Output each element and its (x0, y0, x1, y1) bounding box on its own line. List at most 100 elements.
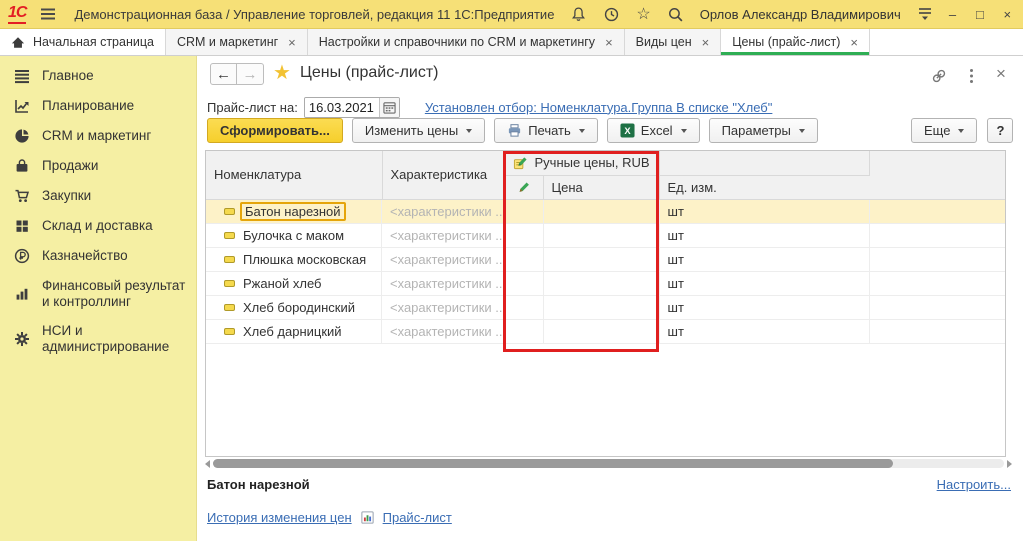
tab-price-list[interactable]: Цены (прайс-лист) × (721, 29, 870, 55)
tab-home[interactable]: Начальная страница (0, 29, 166, 55)
column-header-nomenclature[interactable]: Номенклатура (206, 151, 382, 199)
cell-nomenclature[interactable]: Хлеб дарницкий (206, 320, 382, 344)
column-header-manual-prices[interactable]: Ручные цены, RUB (504, 151, 659, 175)
close-window-button[interactable]: × (1000, 7, 1015, 22)
parameters-button[interactable]: Параметры (709, 118, 818, 143)
print-button[interactable]: Печать (494, 118, 598, 143)
excel-button[interactable]: X Excel (607, 118, 700, 143)
date-input[interactable] (305, 98, 379, 117)
cell-nomenclature[interactable]: Хлеб бородинский (206, 296, 382, 320)
cell-characteristic[interactable]: <характеристики ... (382, 199, 504, 224)
history-icon[interactable] (603, 4, 620, 24)
cell-unit[interactable]: шт (659, 320, 869, 344)
close-form-icon[interactable]: × (992, 65, 1010, 83)
cell-unit[interactable]: шт (659, 296, 869, 320)
tab-crm-settings[interactable]: Настройки и справочники по CRM и маркети… (308, 29, 625, 55)
cell-extra[interactable] (869, 199, 1005, 224)
get-link-icon[interactable] (930, 67, 948, 85)
cell-unit[interactable]: шт (659, 272, 869, 296)
1c-logo-icon[interactable]: 1С (8, 5, 26, 24)
sidebar-item-warehouse[interactable]: Склад и доставка (0, 211, 196, 241)
column-header-unit[interactable]: Ед. изм. (659, 175, 869, 199)
cell-characteristic[interactable]: <характеристики ... (382, 296, 504, 320)
help-button[interactable]: ? (987, 118, 1013, 143)
cell-nomenclature[interactable]: Батон нарезной (206, 200, 382, 224)
cell-extra[interactable] (869, 320, 1005, 344)
table-row[interactable]: Булочка с маком <характеристики ... шт (206, 224, 1005, 248)
main-menu-icon[interactable] (40, 7, 56, 21)
cell-characteristic[interactable]: <характеристики ... (382, 248, 504, 272)
cell-nomenclature[interactable]: Ржаной хлеб (206, 272, 382, 296)
tab-close-icon[interactable]: × (850, 35, 858, 50)
filter-link[interactable]: Установлен отбор: Номенклатура.Группа В … (425, 100, 773, 115)
tab-crm-marketing[interactable]: CRM и маркетинг × (166, 29, 308, 55)
cell-price[interactable] (543, 199, 659, 224)
generate-button[interactable]: Сформировать... (207, 118, 343, 143)
tab-price-types[interactable]: Виды цен × (625, 29, 722, 55)
cell-extra[interactable] (869, 296, 1005, 320)
cell-unit[interactable]: шт (659, 248, 869, 272)
cell-nomenclature[interactable]: Плюшка московская (206, 248, 382, 272)
cell-edit[interactable] (504, 296, 543, 320)
cell-price[interactable] (543, 248, 659, 272)
cell-edit[interactable] (504, 248, 543, 272)
cell-edit[interactable] (504, 320, 543, 344)
table-row[interactable]: Хлеб бородинский <характеристики ... шт (206, 296, 1005, 320)
cell-characteristic[interactable]: <характеристики ... (382, 320, 504, 344)
cell-edit[interactable] (504, 224, 543, 248)
sidebar-item-planning[interactable]: Планирование (0, 91, 196, 121)
tab-close-icon[interactable]: × (605, 35, 613, 50)
table-row[interactable]: Ржаной хлеб <характеристики ... шт (206, 272, 1005, 296)
price-history-link[interactable]: История изменения цен (207, 510, 352, 525)
scrollbar-thumb[interactable] (213, 459, 893, 468)
current-user[interactable]: Орлов Александр Владимирович (700, 7, 901, 22)
column-header-edit[interactable] (504, 175, 543, 199)
cell-extra[interactable] (869, 224, 1005, 248)
sidebar-item-purchases[interactable]: Закупки (0, 181, 196, 211)
cell-price[interactable] (543, 296, 659, 320)
search-icon[interactable] (667, 4, 684, 24)
sidebar-item-main[interactable]: Главное (0, 61, 196, 91)
kebab-menu-icon[interactable] (962, 67, 980, 85)
sidebar-item-sales[interactable]: Продажи (0, 151, 196, 181)
cell-edit[interactable] (504, 199, 543, 224)
sidebar-item-treasury[interactable]: Казначейство (0, 241, 196, 271)
cell-extra[interactable] (869, 248, 1005, 272)
favorites-star-icon[interactable]: ☆ (636, 4, 650, 24)
change-prices-button[interactable]: Изменить цены (352, 118, 485, 143)
pricelist-report-link[interactable]: Прайс-лист (383, 510, 452, 525)
tab-close-icon[interactable]: × (288, 35, 296, 50)
sidebar-item-fin-result[interactable]: Финансовый результат и контроллинг (0, 271, 196, 316)
service-menu-icon[interactable] (917, 4, 933, 24)
column-header-price[interactable]: Цена (543, 175, 659, 199)
favorite-star-icon[interactable]: ★ (273, 60, 291, 85)
cell-edit[interactable] (504, 272, 543, 296)
cell-unit[interactable]: шт (659, 224, 869, 248)
table-row[interactable]: Хлеб дарницкий <характеристики ... шт (206, 320, 1005, 344)
notifications-bell-icon[interactable] (570, 4, 587, 24)
more-button[interactable]: Еще (911, 118, 977, 143)
cell-price[interactable] (543, 272, 659, 296)
table-row[interactable]: Батон нарезной <характеристики ... шт (206, 199, 1005, 224)
calendar-icon[interactable] (379, 98, 399, 117)
tab-close-icon[interactable]: × (702, 35, 710, 50)
forward-button[interactable]: → (237, 63, 264, 85)
cell-characteristic[interactable]: <характеристики ... (382, 224, 504, 248)
sidebar-item-nsi-admin[interactable]: НСИ и администрирование (0, 316, 196, 361)
scroll-left-icon[interactable] (205, 460, 210, 468)
maximize-button[interactable]: □ (972, 7, 987, 22)
cell-price[interactable] (543, 224, 659, 248)
cell-extra[interactable] (869, 272, 1005, 296)
cell-characteristic[interactable]: <характеристики ... (382, 272, 504, 296)
sidebar-item-crm-marketing[interactable]: CRM и маркетинг (0, 121, 196, 151)
cell-unit[interactable]: шт (659, 199, 869, 224)
column-header-characteristic[interactable]: Характеристика (382, 151, 504, 199)
horizontal-scrollbar[interactable] (205, 458, 1012, 469)
cell-nomenclature[interactable]: Булочка с маком (206, 224, 382, 248)
scroll-right-icon[interactable] (1007, 460, 1012, 468)
cell-price[interactable] (543, 320, 659, 344)
configure-link[interactable]: Настроить... (937, 477, 1011, 492)
table-row[interactable]: Плюшка московская <характеристики ... шт (206, 248, 1005, 272)
back-button[interactable]: ← (210, 63, 237, 85)
minimize-button[interactable]: – (945, 7, 960, 22)
